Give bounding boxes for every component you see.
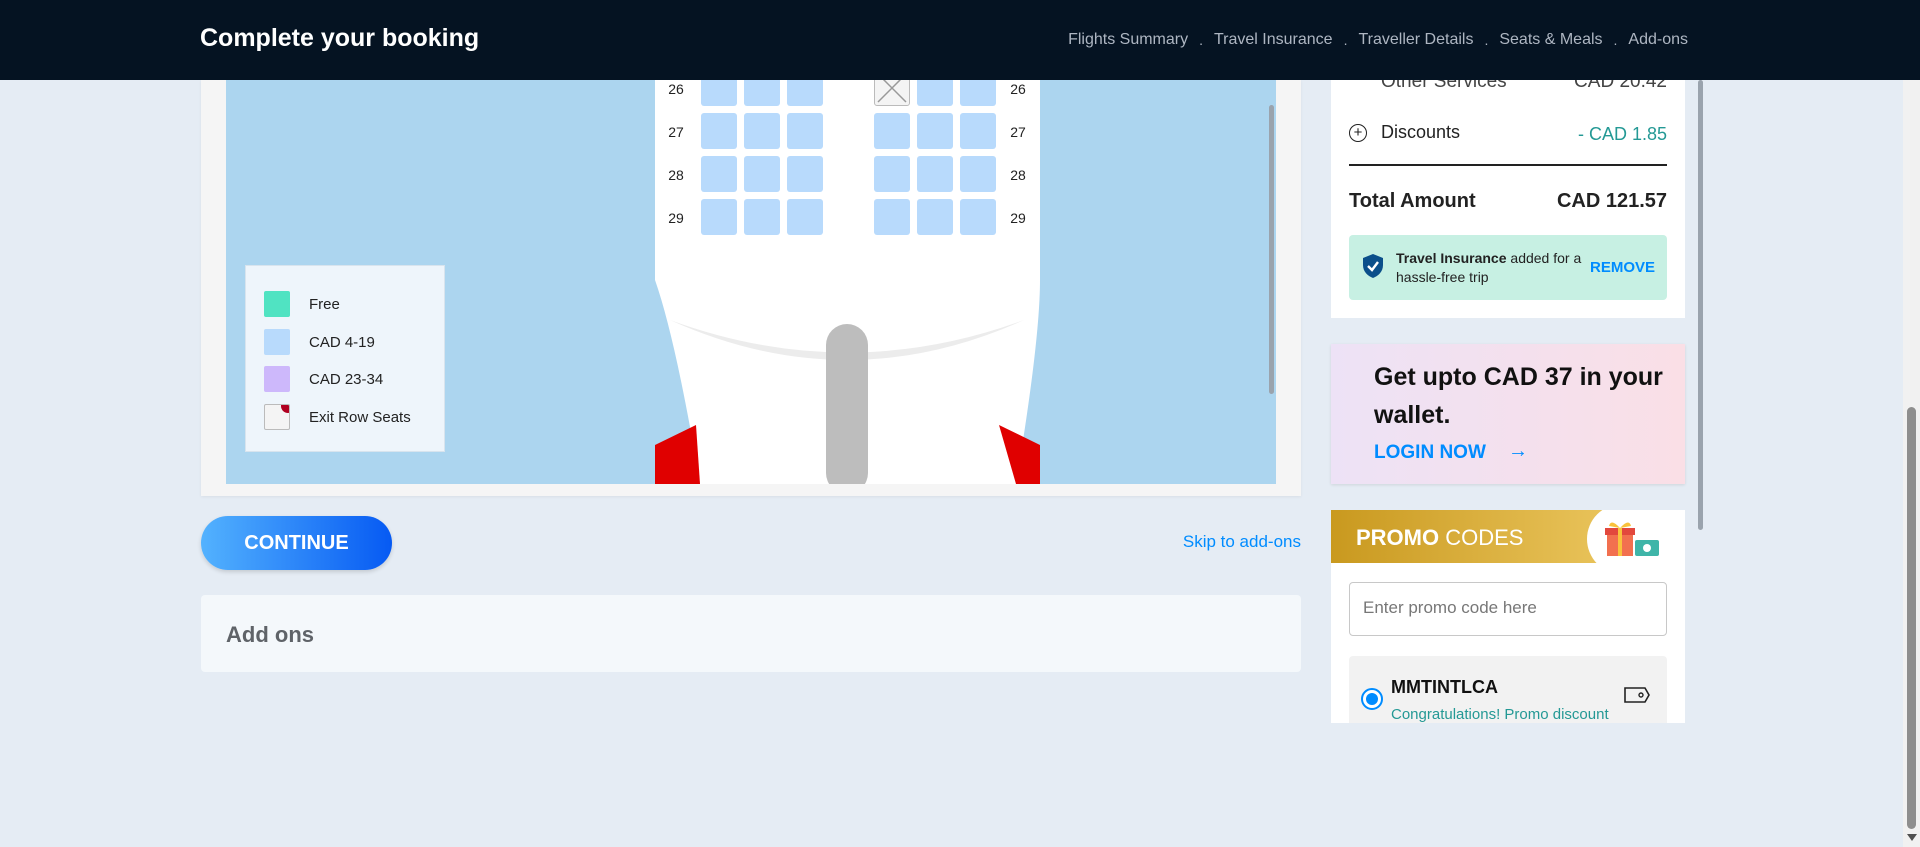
add-ons-title: Add ons xyxy=(226,622,314,647)
step-separator: . xyxy=(1613,32,1618,48)
step-separator: . xyxy=(1484,32,1489,48)
legend-swatch-cad-4-19 xyxy=(264,329,290,355)
promo-codes-banner: PROMO CODES xyxy=(1331,510,1685,574)
seat[interactable] xyxy=(701,80,737,106)
seat[interactable] xyxy=(917,199,953,235)
row-number: 29 xyxy=(668,210,684,226)
sidebar-scrollbar[interactable] xyxy=(1698,80,1703,530)
add-ons-section[interactable]: Add ons xyxy=(201,595,1301,672)
total-amount-label: Total Amount xyxy=(1349,190,1476,212)
seat[interactable] xyxy=(960,156,996,192)
scroll-down-arrow-icon[interactable] xyxy=(1907,834,1917,841)
step-flights-summary[interactable]: Flights Summary xyxy=(1068,31,1188,49)
seat[interactable] xyxy=(701,113,737,149)
arrow-right-icon[interactable]: → xyxy=(1508,440,1528,463)
legend-swatch-exit-row xyxy=(264,404,290,430)
window-scroll-thumb[interactable] xyxy=(1907,407,1916,829)
seat[interactable] xyxy=(787,113,823,149)
legend-swatch-cad-23-34 xyxy=(264,366,290,392)
discounts-row[interactable]: + Discounts - CAD 1.85 xyxy=(1349,116,1667,166)
wallet-headline: Get upto CAD 37 in your wallet. xyxy=(1374,363,1663,429)
seat[interactable] xyxy=(874,113,910,149)
seat[interactable] xyxy=(960,80,996,106)
coupon-radio-selected[interactable] xyxy=(1361,688,1383,710)
continue-button[interactable]: CONTINUE xyxy=(201,516,392,570)
discounts-value: - CAD 1.85 xyxy=(1577,124,1667,144)
other-services-label: Other Services xyxy=(1381,80,1507,92)
seat-map-scrollbar[interactable] xyxy=(1269,105,1274,394)
legend-cad-4-19: CAD 4-19 xyxy=(264,329,375,355)
row-number: 27 xyxy=(1010,124,1026,140)
step-add-ons[interactable]: Add-ons xyxy=(1628,31,1688,49)
seat[interactable] xyxy=(874,199,910,235)
seat[interactable] xyxy=(744,156,780,192)
seat[interactable] xyxy=(917,156,953,192)
seat-legend: Free CAD 4-19 CAD 23-34 Exit Row Seats xyxy=(245,265,445,452)
row-number: 29 xyxy=(1010,210,1026,226)
login-now-link[interactable]: LOGIN NOW xyxy=(1374,442,1486,464)
total-amount-value: CAD 121.57 xyxy=(1556,190,1667,212)
gift-badge xyxy=(1587,510,1685,574)
page-title: Complete your booking xyxy=(200,24,480,52)
seat[interactable] xyxy=(787,80,823,106)
promo-coupon-option[interactable]: MMTINTLCA Congratulations! Promo discoun… xyxy=(1349,656,1667,723)
step-travel-insurance[interactable]: Travel Insurance xyxy=(1214,31,1333,49)
promo-codes-section: PROMO CODES Enter promo code here MMTINT… xyxy=(1331,510,1685,723)
expand-plus-icon[interactable]: + xyxy=(1349,124,1367,142)
coupon-code: MMTINTLCA xyxy=(1391,677,1498,697)
seat-map-area: Free CAD 4-19 CAD 23-34 Exit Row Seats 2… xyxy=(226,80,1276,484)
step-separator: . xyxy=(1343,32,1348,48)
row-number: 28 xyxy=(1010,167,1026,183)
legend-exit-row: Exit Row Seats xyxy=(264,404,411,430)
shield-check-icon xyxy=(1363,254,1383,278)
seat[interactable] xyxy=(701,156,737,192)
step-separator: . xyxy=(1199,32,1203,48)
row-number: 26 xyxy=(1010,81,1026,97)
wallet-offer-card: Get upto CAD 37 in your wallet. LOGIN NO… xyxy=(1331,344,1685,484)
coupon-message: Congratulations! Promo discount xyxy=(1391,706,1609,723)
seat[interactable] xyxy=(960,199,996,235)
row-number: 28 xyxy=(668,167,684,183)
insurance-added-banner: Travel Insurance added for a hassle-free… xyxy=(1349,235,1667,300)
legend-swatch-free xyxy=(264,291,290,317)
gift-icon xyxy=(1605,522,1659,556)
seat[interactable] xyxy=(787,156,823,192)
other-services-row[interactable]: Other Services CAD 20.42 xyxy=(1349,80,1667,107)
discounts-label: Discounts xyxy=(1381,122,1461,142)
legend-free: Free xyxy=(264,291,340,317)
seat[interactable] xyxy=(744,199,780,235)
total-amount-row: Total Amount CAD 121.57 xyxy=(1349,184,1667,224)
step-traveller-details[interactable]: Traveller Details xyxy=(1358,31,1473,49)
remove-insurance-button[interactable]: REMOVE xyxy=(1590,259,1655,276)
seat[interactable] xyxy=(917,80,953,106)
booking-steps: Flights Summary . Travel Insurance . Tra… xyxy=(1068,31,1688,49)
coupon-tag-icon xyxy=(1624,687,1650,703)
seat[interactable] xyxy=(917,113,953,149)
other-services-value: CAD 20.42 xyxy=(1574,80,1667,92)
seat[interactable] xyxy=(744,80,780,106)
seat[interactable] xyxy=(744,113,780,149)
seat[interactable] xyxy=(701,199,737,235)
seat[interactable] xyxy=(874,156,910,192)
row-number: 26 xyxy=(668,81,684,97)
step-seats-meals[interactable]: Seats & Meals xyxy=(1499,31,1602,49)
top-header: Complete your booking Flights Summary . … xyxy=(0,0,1920,80)
seat[interactable] xyxy=(787,199,823,235)
promo-codes-title: PROMO CODES xyxy=(1356,525,1524,550)
seat-blocked-icon xyxy=(877,80,907,103)
row-number: 27 xyxy=(668,124,684,140)
insurance-text: Travel Insurance added for a hassle-free… xyxy=(1396,250,1582,285)
window-scrollbar[interactable] xyxy=(1903,0,1920,847)
legend-cad-23-34: CAD 23-34 xyxy=(264,366,383,392)
promo-code-input[interactable]: Enter promo code here xyxy=(1349,582,1667,636)
unavailable-seat xyxy=(874,80,910,106)
seat[interactable] xyxy=(960,113,996,149)
skip-to-add-ons-link[interactable]: Skip to add-ons xyxy=(1183,532,1301,552)
